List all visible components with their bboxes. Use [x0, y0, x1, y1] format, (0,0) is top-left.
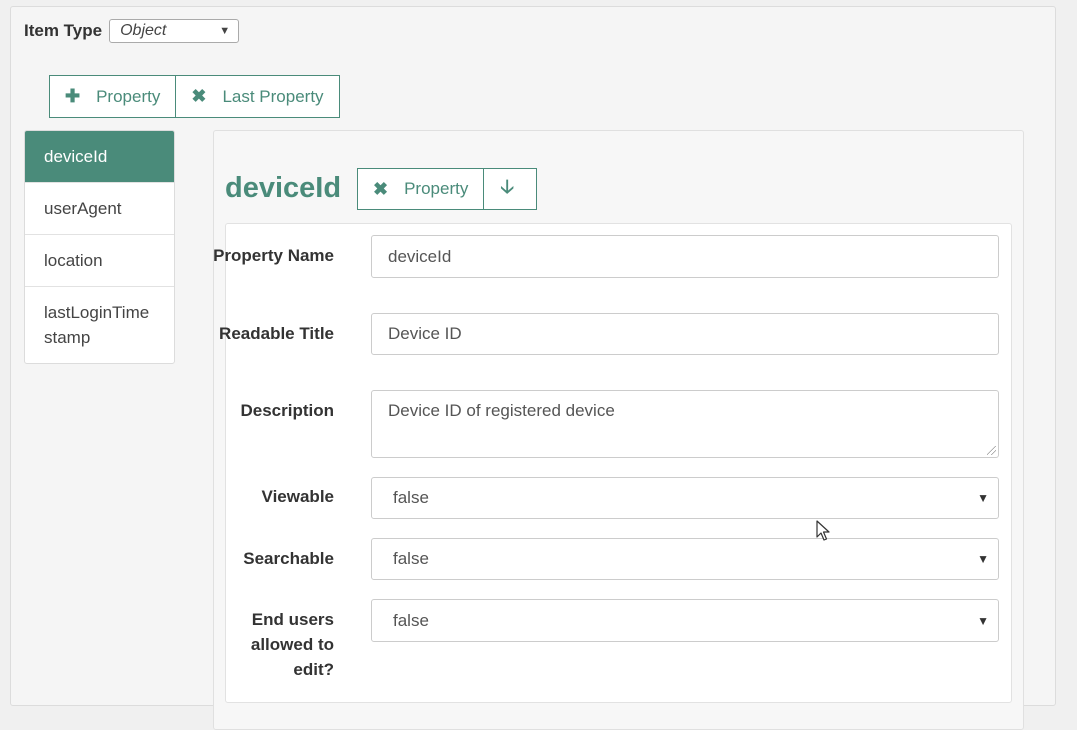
resize-handle-icon[interactable] [987, 446, 996, 455]
description-label: Description [240, 401, 334, 420]
readable-title-value: Device ID [388, 324, 462, 343]
arrow-down-icon: 🡣 [500, 177, 514, 198]
times-icon: ✖ [373, 178, 389, 199]
caret-down-icon: ▼ [977, 613, 989, 628]
move-down-button[interactable]: 🡣 [483, 169, 536, 209]
property-name-label: Property Name [213, 246, 334, 265]
times-icon: ✖ [191, 86, 207, 106]
viewable-select[interactable]: false ▼ [371, 477, 999, 519]
property-item-lastlogintimestamp[interactable]: lastLoginTime stamp [25, 286, 174, 363]
add-property-button[interactable]: ✚ Property [50, 76, 176, 117]
property-title: deviceId [225, 172, 342, 204]
end-users-edit-select[interactable]: false ▼ [371, 599, 999, 642]
readable-title-label: Readable Title [219, 324, 334, 343]
item-type-row: Item Type Object ▼ [24, 19, 240, 43]
add-property-label: Property [96, 86, 161, 106]
property-list: deviceId userAgent location lastLoginTim… [24, 130, 175, 364]
description-textarea[interactable]: Device ID of registered device [371, 390, 999, 458]
mouse-cursor-icon [816, 520, 830, 541]
remove-last-property-label: Last Property [222, 86, 324, 106]
end-users-edit-label: End users allowed to edit? [250, 610, 334, 679]
property-actions: ✖ Property 🡣 [357, 168, 537, 210]
caret-down-icon: ▼ [977, 552, 989, 566]
searchable-select[interactable]: false ▼ [371, 538, 999, 580]
searchable-label: Searchable [243, 549, 334, 568]
viewable-value: false [393, 488, 429, 507]
caret-down-icon: ▼ [977, 491, 989, 505]
property-item-useragent[interactable]: userAgent [25, 182, 174, 234]
readable-title-input[interactable]: Device ID [371, 313, 999, 355]
item-type-select[interactable]: Object ▼ [109, 19, 240, 43]
property-name-input[interactable]: deviceId [371, 235, 999, 278]
viewable-label: Viewable [261, 487, 334, 506]
remove-property-button[interactable]: ✖ Property [358, 169, 484, 209]
property-toolbar: ✚ Property ✖ Last Property [49, 75, 340, 118]
plus-icon: ✚ [65, 86, 81, 106]
searchable-value: false [393, 549, 429, 568]
property-name-value: deviceId [388, 246, 452, 266]
item-type-label: Item Type [24, 21, 103, 40]
remove-last-property-button[interactable]: ✖ Last Property [175, 76, 339, 117]
item-type-value: Object [120, 22, 167, 39]
end-users-edit-value: false [393, 610, 429, 630]
property-item-deviceid[interactable]: deviceId [25, 131, 174, 182]
description-value: Device ID of registered device [388, 401, 615, 420]
caret-down-icon: ▼ [219, 25, 231, 37]
remove-property-label: Property [404, 179, 469, 198]
property-item-location[interactable]: location [25, 234, 174, 286]
